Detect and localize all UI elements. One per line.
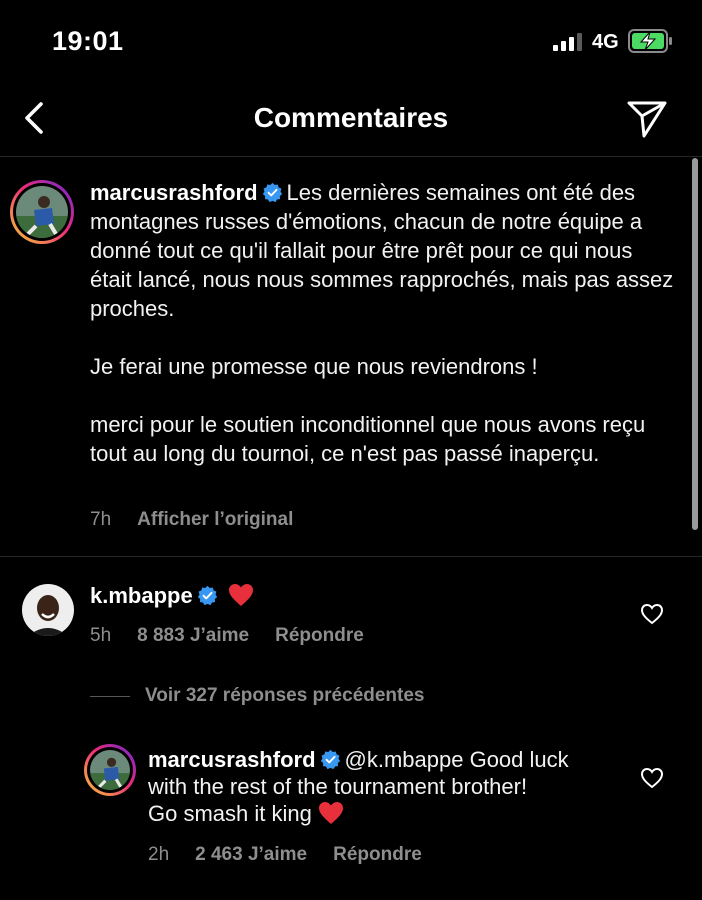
reply-likes-count[interactable]: 2 463 J’aime: [195, 844, 307, 865]
comment-likes-count[interactable]: 8 883 J’aime: [137, 625, 249, 646]
header-divider: [0, 156, 702, 157]
reply: marcusrashford @k.mbappe Good luck with t…: [148, 746, 628, 827]
signal-bars-icon: [553, 33, 582, 51]
comment: k.mbappe: [90, 582, 254, 609]
avatar[interactable]: [22, 584, 74, 636]
comment-reply-button[interactable]: Répondre: [275, 625, 364, 646]
avatar[interactable]: [16, 186, 68, 238]
status-bar: 19:01 4G: [0, 0, 702, 80]
battery-charging-icon: [628, 29, 672, 53]
avatar[interactable]: [90, 750, 130, 790]
caption-meta: 7h Afficher l’original: [90, 509, 319, 531]
caption-time: 7h: [90, 509, 112, 530]
view-replies-button[interactable]: Voir 327 réponses précédentes: [145, 685, 425, 707]
network-label: 4G: [592, 31, 619, 53]
see-original-link[interactable]: Afficher l’original: [137, 509, 293, 530]
nav-bar: Commentaires: [0, 80, 702, 156]
verified-badge-icon: [197, 585, 217, 606]
caption-username[interactable]: marcusrashford: [90, 180, 258, 205]
comment-username[interactable]: k.mbappe: [90, 583, 193, 608]
heart-outline-icon[interactable]: [640, 767, 664, 789]
scroll-indicator[interactable]: [692, 158, 698, 530]
red-heart-emoji-icon: [228, 584, 253, 606]
caption-paragraph-2: Je ferai une promesse que nous reviendro…: [90, 354, 538, 379]
verified-badge-icon: [262, 182, 282, 203]
reply-reply-button[interactable]: Répondre: [333, 844, 422, 865]
verified-badge-icon: [320, 749, 340, 770]
reply-text-line-3: Go smash it king: [148, 801, 312, 826]
comment-time: 5h: [90, 625, 112, 646]
caption: marcusrashford Les dernières semaines ont…: [90, 178, 680, 468]
reply-meta: 2h 2 463 J’aime Répondre: [148, 844, 448, 866]
heart-outline-icon[interactable]: [640, 603, 664, 625]
red-heart-emoji-icon: [318, 802, 343, 824]
paper-plane-icon[interactable]: [624, 96, 670, 142]
status-time: 19:01: [52, 26, 124, 56]
reply-time: 2h: [148, 844, 170, 865]
reply-text-line-1: @k.mbappe Good luck: [344, 747, 569, 772]
caption-divider: [0, 556, 702, 557]
reply-text-line-2: with the rest of the tournament brother!: [148, 774, 528, 799]
caption-paragraph-3: merci pour le soutien inconditionnel que…: [90, 412, 646, 466]
replies-line: [90, 696, 130, 697]
reply-username[interactable]: marcusrashford: [148, 747, 316, 772]
page-title: Commentaires: [253, 102, 449, 133]
comment-meta: 5h 8 883 J’aime Répondre: [90, 625, 390, 647]
